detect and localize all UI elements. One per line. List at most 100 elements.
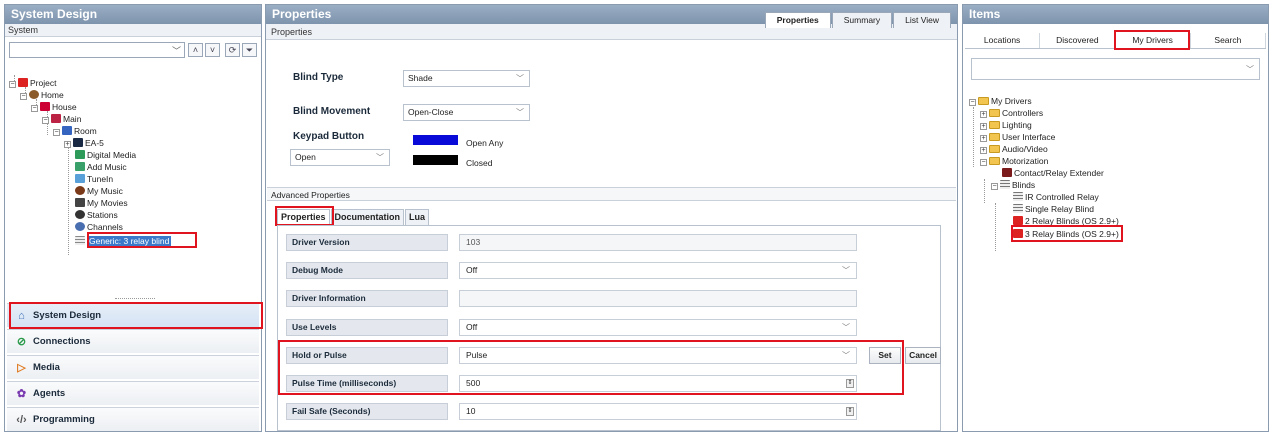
play-icon: ▷ (17, 362, 26, 374)
tree-node-my-drivers[interactable]: − My Drivers (969, 95, 1032, 107)
system-subheader: System (5, 24, 261, 37)
tab-properties[interactable]: Properties (764, 12, 831, 28)
highlight-box (1011, 225, 1123, 242)
room-icon (62, 126, 72, 135)
tree-node-blinds[interactable]: − Blinds (991, 179, 1035, 191)
view-tabs: Properties Summary List View (764, 12, 951, 28)
stations-icon (75, 210, 85, 219)
tree-node-my-music[interactable]: My Music (75, 185, 123, 197)
move-up-button[interactable]: ˄ (188, 43, 203, 57)
blind-movement-select[interactable]: Open-Close ﹀ (403, 104, 530, 121)
tree-node-stations[interactable]: Stations (75, 209, 118, 221)
chevron-down-icon: ﹀ (516, 108, 524, 117)
connections-icon: ⊘ (16, 336, 27, 348)
tree-node-home[interactable]: − Home (20, 89, 64, 101)
fail-safe-stepper[interactable]: 10 ⇕ (459, 403, 857, 420)
driver-icon (1013, 216, 1023, 225)
tree-node-user-interface[interactable]: + User Interface (980, 131, 1055, 143)
channels-icon (75, 222, 85, 231)
debug-mode-select[interactable]: Off ﹀ (459, 262, 857, 279)
open-any-color-swatch[interactable] (413, 135, 458, 145)
blind-icon (75, 236, 85, 245)
drivers-tree: − My Drivers + Controllers + Lighting + User… (969, 95, 1264, 295)
folder-icon (989, 157, 1000, 165)
use-levels-select[interactable]: Off ﹀ (459, 319, 857, 336)
relay-icon (1002, 168, 1012, 177)
filter-icon[interactable]: ⏷ (242, 43, 257, 57)
tree-node-digital-media[interactable]: Digital Media (75, 149, 136, 161)
blind-type-label: Blind Type (293, 72, 344, 83)
highlight-box (87, 232, 197, 248)
system-tree: − Project − Home − House − Main − Room + EA-5 … (9, 63, 259, 293)
movies-icon (75, 198, 85, 207)
keypad-button-label: Keypad Button (293, 131, 365, 142)
cancel-button[interactable]: Cancel (905, 347, 941, 364)
floor-icon (51, 114, 61, 123)
house-icon (40, 102, 50, 111)
digital-media-icon (75, 150, 85, 159)
chevron-down-icon: ﹀ (842, 323, 850, 332)
tree-node-ir-controlled-relay[interactable]: IR Controlled Relay (1013, 191, 1099, 203)
chevron-down-icon: ﹀ (1246, 65, 1254, 74)
tree-node-contact-relay-extender[interactable]: Contact/Relay Extender (1002, 167, 1104, 179)
tree-node-main[interactable]: − Main (42, 113, 81, 125)
folder-icon (989, 145, 1000, 153)
keypad-button-select[interactable]: Open ﹀ (290, 149, 390, 166)
prop-label-fail-safe: Fail Safe (Seconds) (286, 403, 448, 420)
closed-color-swatch[interactable] (413, 155, 458, 165)
pane-title: Items (963, 5, 1268, 24)
blind-icon (1013, 192, 1023, 201)
prop-label-driver-information: Driver Information (286, 290, 448, 307)
tree-node-room[interactable]: − Room (53, 125, 97, 137)
prop-label-debug-mode: Debug Mode (286, 262, 448, 279)
controller-icon (73, 138, 83, 147)
nav-connections[interactable]: ⊘ Connections (7, 329, 259, 353)
items-filter-select[interactable]: ﹀ (971, 58, 1260, 80)
code-icon: ‹/› (16, 414, 27, 426)
advanced-properties-header: Advanced Properties (267, 187, 956, 201)
tree-node-project[interactable]: − Project (9, 77, 56, 89)
tunein-icon (75, 174, 85, 183)
spin-icon[interactable]: ⇕ (846, 407, 854, 416)
tab-search[interactable]: Search (1191, 33, 1266, 48)
tab-summary[interactable]: Summary (831, 12, 893, 28)
tree-node-single-relay-blind[interactable]: Single Relay Blind (1013, 203, 1094, 215)
nav-programming[interactable]: ‹/› Programming (7, 407, 259, 431)
tree-node-audio-video[interactable]: + Audio/Video (980, 143, 1048, 155)
folder-icon (989, 109, 1000, 117)
advanced-properties-grid: Driver Version 103 Debug Mode Off ﹀ Drive… (277, 225, 941, 431)
nav-agents[interactable]: ✿ Agents (7, 381, 259, 405)
driver-version-field: 103 (459, 234, 857, 251)
music-icon (75, 186, 85, 195)
refresh-icon[interactable]: ⟳ (225, 43, 240, 57)
folder-icon (989, 133, 1000, 141)
tab-locations[interactable]: Locations (965, 33, 1041, 48)
nav-media[interactable]: ▷ Media (7, 355, 259, 379)
tree-node-ea5[interactable]: + EA-5 (64, 137, 104, 149)
chevron-down-icon[interactable]: ﹀ (172, 44, 181, 57)
subtab-lua[interactable]: Lua (405, 209, 430, 225)
tab-list-view[interactable]: List View (893, 12, 951, 28)
tab-discovered[interactable]: Discovered (1040, 33, 1116, 48)
folder-icon (989, 121, 1000, 129)
pane-title: System Design (5, 5, 261, 24)
tree-node-add-music[interactable]: Add Music (75, 161, 127, 173)
subtab-documentation[interactable]: Documentation (330, 209, 405, 225)
tree-node-motorization[interactable]: − Motorization (980, 155, 1048, 167)
properties-pane: Properties Properties Summary List View … (265, 4, 958, 432)
tree-node-controllers[interactable]: + Controllers (980, 107, 1043, 119)
tree-node-my-movies[interactable]: My Movies (75, 197, 128, 209)
folder-icon (978, 97, 989, 105)
blind-type-select[interactable]: Shade ﹀ (403, 70, 530, 87)
blind-icon (1013, 204, 1023, 213)
tree-node-tunein[interactable]: TuneIn (75, 173, 113, 185)
system-search-input[interactable]: ﹀ (9, 42, 185, 58)
tree-node-lighting[interactable]: + Lighting (980, 119, 1032, 131)
move-down-button[interactable]: ˅ (205, 43, 220, 57)
items-pane: Items Locations Discovered My Drivers Se… (962, 4, 1269, 432)
splitter-grip[interactable] (115, 298, 155, 301)
chevron-down-icon: ﹀ (842, 266, 850, 275)
highlight-box (275, 206, 334, 226)
project-icon (18, 78, 28, 87)
tree-node-house[interactable]: − House (31, 101, 77, 113)
